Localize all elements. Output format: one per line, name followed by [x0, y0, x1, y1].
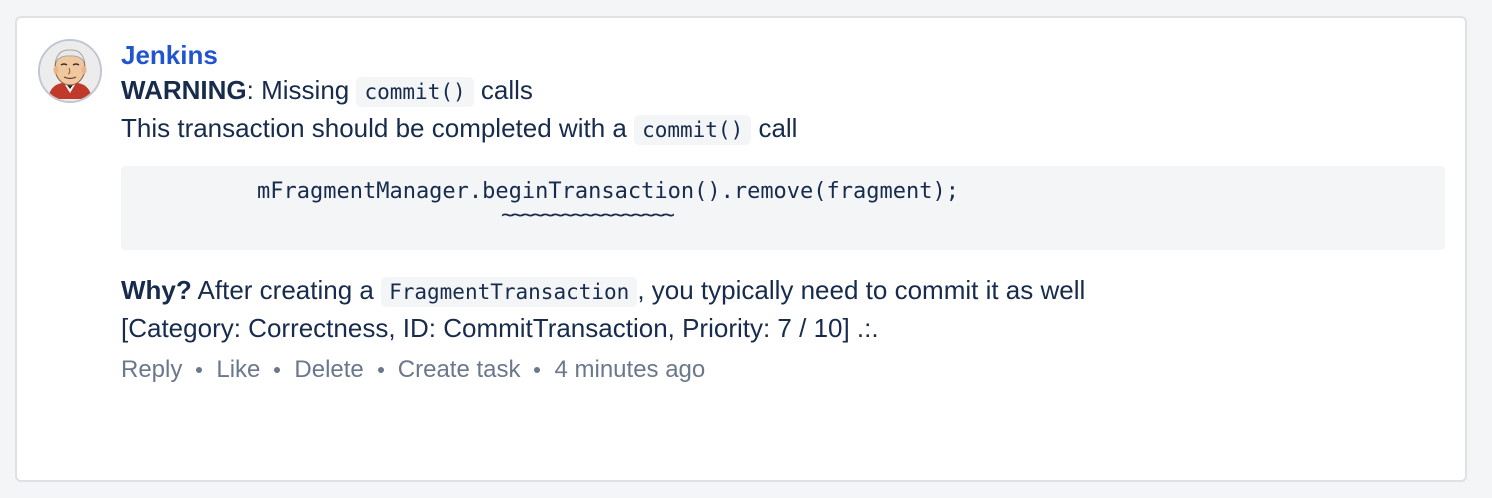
comment-actions: Reply Like Delete Create task 4 minutes …: [121, 354, 1445, 386]
delete-link[interactable]: Delete: [294, 354, 363, 386]
description-line: This transaction should be completed wit…: [121, 110, 1445, 148]
why-text-after: , you typically need to commit it as wel…: [637, 275, 1086, 305]
why-label: Why?: [121, 275, 192, 305]
jenkins-butler-icon: [40, 41, 100, 101]
separator-dot: [196, 367, 203, 373]
why-text: After creating a: [191, 275, 382, 305]
warning-label: WARNING: [121, 75, 247, 105]
author-name-link[interactable]: Jenkins: [121, 38, 1445, 72]
create-task-link[interactable]: Create task: [398, 354, 521, 386]
inline-code: commit(): [356, 77, 474, 107]
avatar[interactable]: [38, 39, 102, 103]
timestamp-link[interactable]: 4 minutes ago: [554, 354, 705, 386]
code-block: mFragmentManager.beginTransaction().remo…: [121, 166, 1445, 250]
error-underline: ~~~~~~~~~~~~~~~~~: [501, 203, 675, 228]
warning-text: : Missing: [246, 75, 357, 105]
category-meta: [Category: Correctness, ID: CommitTransa…: [121, 313, 879, 343]
description-text: This transaction should be completed wit…: [121, 113, 635, 143]
separator-dot: [377, 367, 384, 373]
separator-dot: [274, 367, 281, 373]
reply-link[interactable]: Reply: [121, 354, 182, 386]
inline-code: FragmentTransaction: [381, 277, 638, 307]
like-link[interactable]: Like: [216, 354, 260, 386]
comment-card: Jenkins WARNING: Missing commit() calls …: [15, 16, 1467, 482]
inline-code: commit(): [634, 115, 752, 145]
code-line: mFragmentManager.beginTransaction().remo…: [257, 179, 959, 204]
separator-dot: [534, 367, 541, 373]
warning-line: WARNING: Missing commit() calls: [121, 72, 1445, 110]
why-line: Why? After creating a FragmentTransactio…: [121, 272, 1445, 310]
warning-text-after: calls: [473, 75, 533, 105]
description-text-after: call: [751, 113, 798, 143]
comment-body: Jenkins WARNING: Missing commit() calls …: [121, 38, 1445, 386]
